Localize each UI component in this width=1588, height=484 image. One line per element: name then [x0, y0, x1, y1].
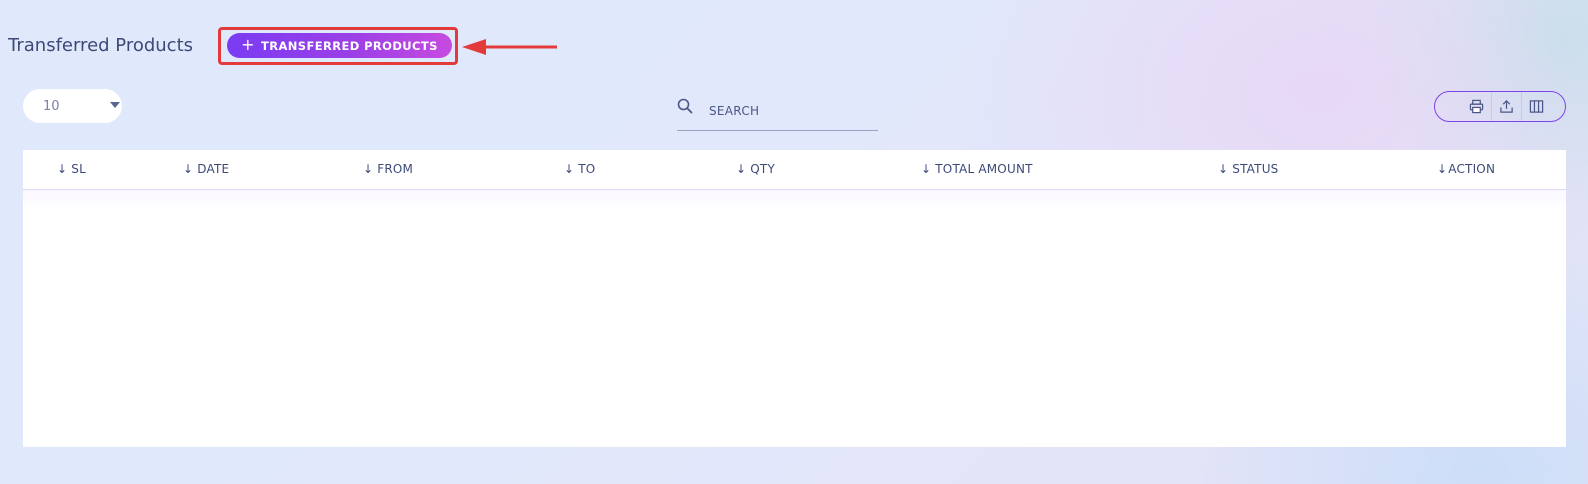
caret-down-icon	[110, 102, 120, 108]
search-input[interactable]	[709, 100, 874, 122]
sort-arrow-icon: ↓	[564, 162, 575, 176]
export-button[interactable]	[1491, 92, 1521, 121]
column-header-action[interactable]: ↓ ACTION	[1437, 162, 1495, 176]
column-header-to[interactable]: ↓ TO	[564, 162, 595, 176]
columns-icon	[1529, 100, 1544, 113]
plus-icon: +	[241, 34, 255, 54]
column-header-sl[interactable]: ↓ SL	[57, 162, 86, 176]
column-header-date[interactable]: ↓ DATE	[183, 162, 229, 176]
sort-arrow-icon: ↓	[57, 162, 68, 176]
search-field	[677, 95, 878, 131]
column-label: SL	[71, 162, 86, 176]
sort-arrow-icon: ↓	[183, 162, 194, 176]
column-label: TO	[578, 162, 596, 176]
column-header-status[interactable]: ↓ STATUS	[1218, 162, 1279, 176]
add-transferred-products-button[interactable]: + TRANSFERRED PRODUCTS	[227, 33, 452, 58]
sort-arrow-icon: ↓	[1218, 162, 1229, 176]
column-label: STATUS	[1232, 162, 1279, 176]
column-header-qty[interactable]: ↓ QTY	[736, 162, 775, 176]
column-header-from[interactable]: ↓ FROM	[363, 162, 413, 176]
sort-arrow-icon: ↓	[1437, 162, 1448, 176]
export-icon	[1500, 100, 1513, 113]
column-label: FROM	[377, 162, 414, 176]
page-size-value: 10	[43, 98, 60, 114]
column-label: DATE	[197, 162, 230, 176]
column-header-total-amount[interactable]: ↓ TOTAL AMOUNT	[921, 162, 1033, 176]
column-label: TOTAL AMOUNT	[935, 162, 1033, 176]
print-button[interactable]	[1461, 92, 1491, 121]
transfers-table: ↓ SL ↓ DATE ↓ FROM ↓ TO ↓ QTY ↓ TOTAL AM…	[23, 150, 1566, 447]
column-label: ACTION	[1448, 162, 1496, 176]
columns-button[interactable]	[1521, 92, 1551, 121]
sort-arrow-icon: ↓	[363, 162, 374, 176]
table-header: ↓ SL ↓ DATE ↓ FROM ↓ TO ↓ QTY ↓ TOTAL AM…	[23, 150, 1566, 190]
table-body	[23, 190, 1566, 446]
table-toolbar	[1434, 91, 1566, 122]
search-icon	[677, 98, 693, 114]
annotation-arrow-icon	[462, 39, 557, 55]
sort-arrow-icon: ↓	[921, 162, 932, 176]
add-button-label: TRANSFERRED PRODUCTS	[260, 38, 438, 53]
print-icon	[1469, 99, 1483, 114]
column-label: QTY	[750, 162, 775, 176]
page-title: Transferred Products	[8, 35, 194, 56]
page-size-select[interactable]: 10	[23, 89, 122, 123]
sort-arrow-icon: ↓	[736, 162, 747, 176]
